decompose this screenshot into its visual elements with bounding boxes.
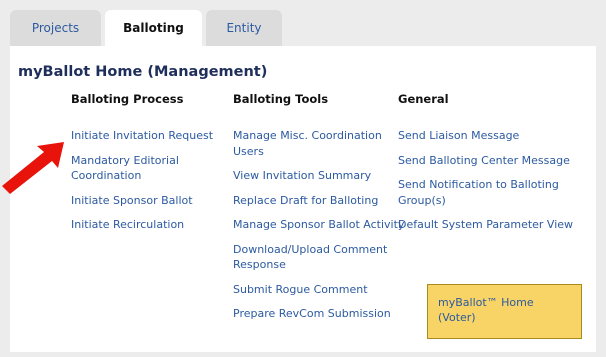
- page-title: myBallot Home (Management): [18, 64, 268, 80]
- tab-entity[interactable]: Entity: [206, 10, 282, 46]
- balloting-tools-heading: Balloting Tools: [233, 92, 329, 106]
- initiate-sponsor-ballot-link[interactable]: Initiate Sponsor Ballot: [71, 193, 221, 209]
- balloting-process-column: Balloting Process Initiate Invitation Re…: [71, 92, 221, 242]
- voter-home-button[interactable]: myBallot™ Home (Voter): [427, 284, 582, 339]
- initiate-recirculation-link[interactable]: Initiate Recirculation: [71, 217, 221, 233]
- submit-rogue-comment-link[interactable]: Submit Rogue Comment: [233, 282, 408, 298]
- view-invitation-summary-link[interactable]: View Invitation Summary: [233, 168, 408, 184]
- balloting-process-heading: Balloting Process: [71, 92, 184, 106]
- manage-misc-coordination-users-link[interactable]: Manage Misc. Coordination Users: [233, 128, 408, 159]
- tab-projects[interactable]: Projects: [10, 10, 101, 46]
- download-upload-comment-response-link[interactable]: Download/Upload Comment Response: [233, 242, 408, 273]
- content-panel: myBallot Home (Management) Balloting Pro…: [10, 46, 596, 352]
- manage-sponsor-ballot-activity-link[interactable]: Manage Sponsor Ballot Activity: [233, 217, 408, 233]
- send-liaison-message-link[interactable]: Send Liaison Message: [398, 128, 583, 144]
- replace-draft-for-balloting-link[interactable]: Replace Draft for Balloting: [233, 193, 408, 209]
- general-column: General Send Liaison Message Send Ballot…: [398, 92, 583, 242]
- general-heading: General: [398, 92, 449, 106]
- red-arrow-icon: [2, 142, 64, 194]
- tab-bar: Projects Balloting Entity: [10, 10, 606, 46]
- send-balloting-center-message-link[interactable]: Send Balloting Center Message: [398, 153, 583, 169]
- prepare-revcom-submission-link[interactable]: Prepare RevCom Submission: [233, 306, 408, 322]
- tab-balloting[interactable]: Balloting: [105, 10, 202, 46]
- default-system-parameter-view-link[interactable]: Default System Parameter View: [398, 217, 583, 233]
- mandatory-editorial-coordination-link[interactable]: Mandatory Editorial Coordination: [71, 153, 221, 184]
- send-notification-to-balloting-group-link[interactable]: Send Notification to Balloting Group(s): [398, 177, 583, 208]
- initiate-invitation-request-link[interactable]: Initiate Invitation Request: [71, 128, 221, 144]
- balloting-tools-column: Balloting Tools Manage Misc. Coordinatio…: [233, 92, 408, 331]
